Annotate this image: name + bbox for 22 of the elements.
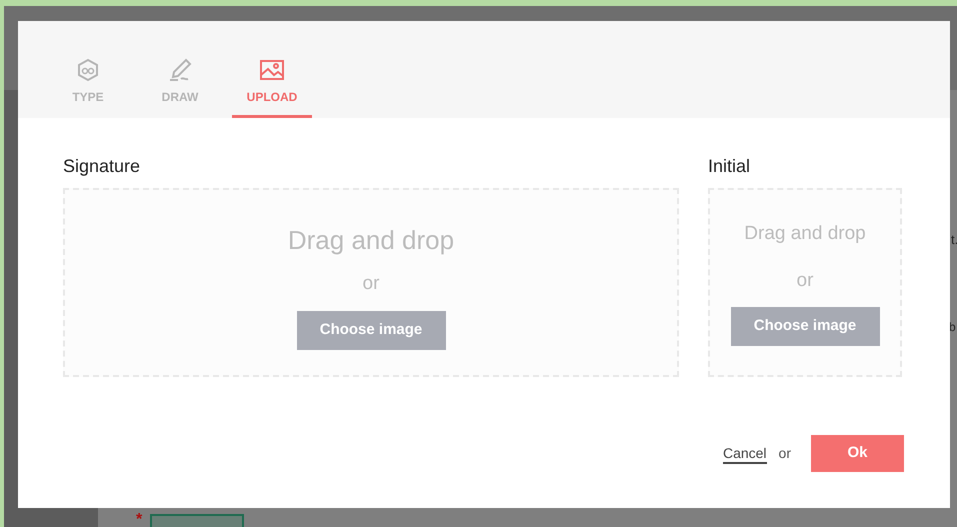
pen-icon [168, 58, 192, 82]
text-fragment: t. [951, 231, 957, 249]
drop-hint: Drag and drop [288, 224, 454, 257]
or-text: or [778, 444, 791, 463]
drop-zone[interactable]: Drag and drop or Choose image [63, 188, 679, 377]
or-text: or [362, 272, 380, 296]
ok-button[interactable]: Ok [811, 435, 904, 472]
section-title: Signature [63, 155, 142, 178]
tab[interactable]: TYPE [48, 38, 128, 118]
image-icon [259, 59, 285, 81]
tab[interactable]: DRAW [140, 38, 220, 118]
drop-hint: Drag and drop [744, 222, 866, 246]
hexagon-icon [76, 58, 100, 82]
or-text: or [796, 268, 814, 292]
drop-zone[interactable]: Drag and drop or Choose image [708, 188, 902, 377]
section-title: Initial [708, 155, 752, 178]
choose-image-button[interactable]: Choose image [730, 307, 880, 346]
required-mark: * [136, 510, 142, 527]
text-fragment: b [949, 319, 956, 336]
tab[interactable]: UPLOAD [232, 38, 312, 118]
cancel-link[interactable]: Cancel [722, 444, 767, 464]
choose-image-button[interactable]: Choose image [296, 310, 446, 350]
